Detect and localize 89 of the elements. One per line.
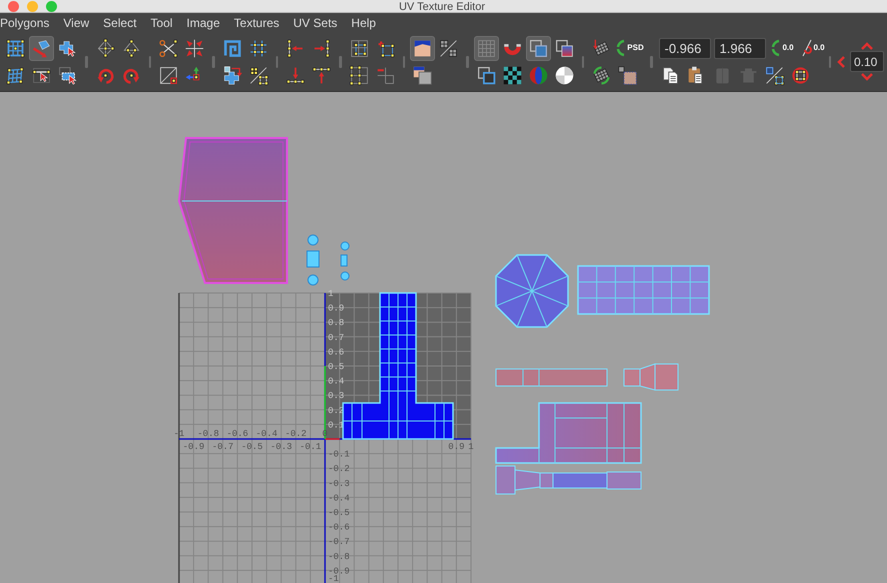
layout-icon: [248, 64, 268, 86]
axis-label: -0.1: [300, 442, 322, 452]
uv-shell[interactable]: [496, 466, 642, 494]
grid-square-icon: [348, 38, 370, 58]
axis-label: -1: [328, 574, 339, 583]
axis-label: 0.3: [328, 391, 344, 402]
tile-pattern-icon: [502, 64, 522, 86]
tile-arrow-icon: [591, 38, 612, 58]
move-uv-icon: [31, 38, 52, 58]
chevron-left-icon: [836, 54, 846, 68]
refresh-arrows-icon: [771, 39, 782, 57]
refresh-arrows-icon: [616, 39, 626, 57]
tile-portrait-icon: [617, 64, 638, 86]
gradient-square-icon: [554, 38, 574, 58]
axis-label: -0.8: [328, 552, 350, 562]
portrait-stack-icon: [412, 64, 433, 86]
color-sphere-icon: [528, 64, 548, 86]
axis-label: -0.9: [328, 566, 350, 576]
axis-label: -0.4: [256, 429, 278, 439]
axis-label: -0.5: [328, 508, 350, 518]
menu-item[interactable]: View: [63, 13, 90, 32]
cycle-icon: [790, 64, 810, 86]
grid-toggle-icon: [476, 38, 496, 58]
axis-label: -0.6: [226, 429, 248, 439]
overlap-squares-button[interactable]: [526, 36, 550, 60]
uv-shell[interactable]: [495, 254, 569, 328]
axis-label: 0.4: [328, 376, 344, 387]
axis-label: 0: [322, 429, 328, 439]
menu-item[interactable]: Textures: [234, 13, 280, 32]
tile-grid-icon: [438, 38, 459, 58]
refresh-arrows-button[interactable]: 0.0: [768, 36, 798, 60]
align-top-icon: [311, 64, 332, 86]
axis-label: -0.7: [212, 442, 234, 452]
uv-layout-icon: [764, 64, 784, 86]
axis-label: 0.5: [328, 362, 344, 372]
window-title: UV Texture Editor: [398, 1, 485, 13]
align-bottom-icon: [285, 64, 306, 86]
axis-label: -0.5: [241, 442, 263, 452]
refresh-arrows-button[interactable]: PSD: [615, 36, 645, 60]
undo-arrow-icon: [802, 39, 812, 57]
offset-squares-icon: [476, 64, 496, 86]
cube-cross-icon: [222, 64, 242, 86]
diagonal-cut-icon: [158, 64, 179, 86]
grid-snap-icon: [248, 38, 268, 58]
shaded-sphere-icon: [554, 64, 574, 86]
unfold-icon: [222, 38, 242, 58]
remove-grid-icon: [374, 64, 396, 86]
overlap-squares-icon: [528, 38, 548, 58]
axis-label: -0.4: [328, 493, 350, 504]
uv-shell[interactable]: [342, 292, 454, 440]
menu-item[interactable]: UV Sets: [293, 13, 338, 32]
menu-item[interactable]: Image: [186, 13, 220, 32]
portrait-icon: [412, 38, 433, 58]
axis-label: 0.6: [328, 347, 344, 358]
axis-label: -0.3: [270, 442, 292, 452]
tile-refresh-icon: [591, 64, 612, 86]
axis-label: 0.8: [328, 318, 344, 328]
menu-item[interactable]: Help: [351, 13, 376, 32]
axis-label: -0.2: [328, 464, 350, 474]
portrait-button[interactable]: [410, 36, 435, 60]
grid-toggle-button[interactable]: [474, 36, 498, 60]
step-field[interactable]: 0.10: [850, 51, 884, 72]
grid-select-icon: [5, 38, 26, 58]
axis-label: 1: [468, 442, 474, 452]
scissors-icon: [158, 38, 179, 58]
chevron-down-icon: [860, 72, 874, 82]
axis-label: 0.7: [328, 332, 344, 343]
axis-label: -0.8: [197, 429, 219, 439]
lattice-icon: [5, 64, 26, 86]
split-grid-icon: [348, 64, 370, 86]
value-field[interactable]: 1.966: [714, 38, 766, 58]
axis-label: -0.1: [328, 450, 350, 460]
axis-label: -0.9: [182, 442, 204, 452]
axis-label: 0.9: [328, 304, 344, 314]
axis-label: -0.3: [328, 478, 350, 489]
undo-arrow-button[interactable]: 0.0: [798, 36, 828, 60]
axis-label: -0.7: [328, 537, 350, 548]
arrows-inward-icon: [184, 38, 205, 58]
value-field[interactable]: -0.966: [658, 38, 710, 58]
uv-shell[interactable]: [495, 402, 642, 464]
axis-label: -0.6: [328, 522, 350, 533]
axis-label: -0.2: [285, 429, 307, 439]
axis-label: 0.9: [448, 442, 464, 452]
marquee-select-icon: [57, 64, 78, 86]
move-uv-button[interactable]: [29, 36, 54, 60]
menu-item[interactable]: Polygons: [0, 13, 50, 32]
menu-item[interactable]: Select: [103, 13, 137, 32]
menu-item[interactable]: Tool: [150, 13, 173, 32]
chevron-up-icon: [860, 41, 874, 51]
